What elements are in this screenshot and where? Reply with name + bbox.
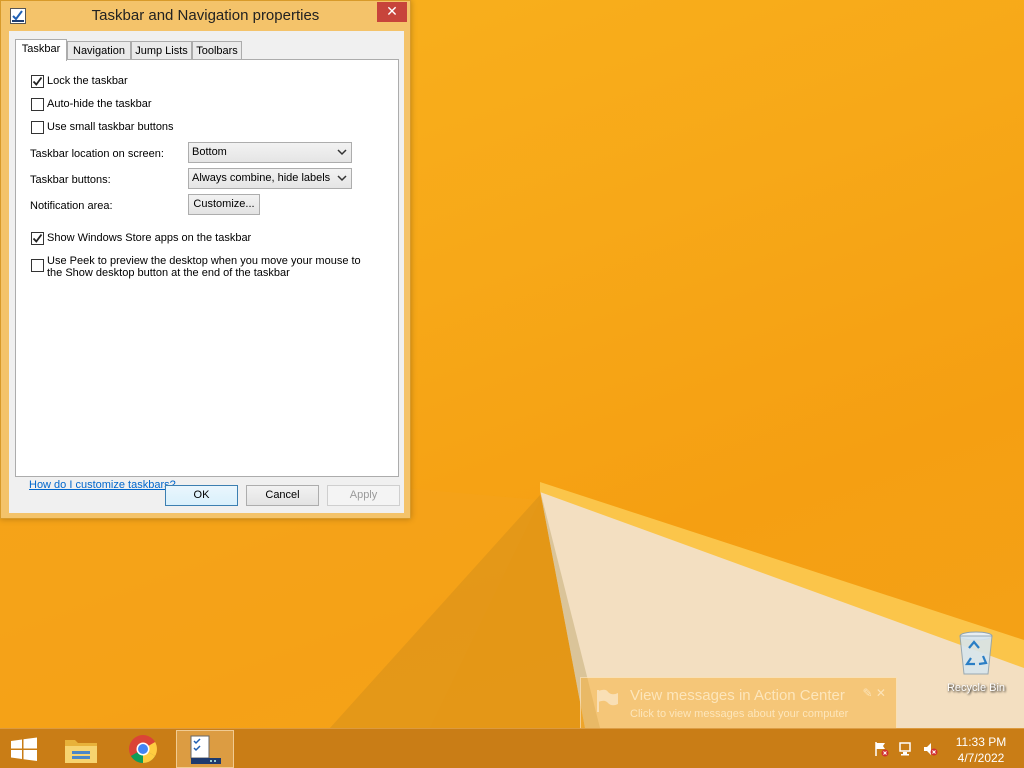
auto-hide-option[interactable]: Auto-hide the taskbar — [31, 98, 152, 111]
help-link[interactable]: How do I customize taskbars? — [29, 479, 176, 491]
dialog-client-area: Taskbar Navigation Jump Lists Toolbars L… — [9, 31, 404, 513]
network-icon[interactable] — [898, 741, 914, 757]
peek-label: Use Peek to preview the desktop when you… — [47, 255, 361, 279]
auto-hide-checkbox[interactable] — [31, 98, 44, 111]
taskbar-buttons-dropdown[interactable]: Always combine, hide labels — [188, 168, 352, 189]
apply-button[interactable]: Apply — [327, 485, 400, 506]
small-buttons-label: Use small taskbar buttons — [47, 121, 174, 133]
auto-hide-label: Auto-hide the taskbar — [47, 98, 152, 110]
tab-taskbar[interactable]: Taskbar — [15, 39, 67, 61]
close-button[interactable]: ✕ — [377, 2, 407, 22]
peek-option[interactable]: Use Peek to preview the desktop when you… — [31, 255, 377, 279]
folder-icon — [65, 740, 97, 763]
location-dropdown[interactable]: Bottom — [188, 142, 352, 163]
lock-taskbar-checkbox[interactable] — [31, 75, 44, 88]
lock-taskbar-label: Lock the taskbar — [47, 75, 128, 87]
customize-button[interactable]: Customize... — [188, 194, 260, 215]
peek-checkbox[interactable] — [31, 259, 44, 272]
store-apps-option[interactable]: Show Windows Store apps on the taskbar — [31, 232, 251, 245]
location-value: Bottom — [192, 146, 227, 158]
action-center-toast[interactable]: View messages in Action Center Click to … — [580, 677, 897, 729]
recycle-bin-shortcut[interactable]: Recycle Bin — [940, 630, 1012, 694]
recycle-bin-icon — [956, 630, 996, 676]
ok-button[interactable]: OK — [165, 485, 238, 506]
properties-icon — [190, 735, 221, 764]
tab-navigation[interactable]: Navigation — [67, 41, 131, 61]
chrome-icon — [129, 735, 157, 763]
small-buttons-option[interactable]: Use small taskbar buttons — [31, 121, 174, 134]
toast-subtitle: Click to view messages about your comput… — [630, 708, 849, 720]
properties-dialog: Taskbar and Navigation properties ✕ Task… — [0, 0, 411, 519]
tab-toolbars[interactable]: Toolbars — [192, 41, 242, 61]
tab-jump-lists[interactable]: Jump Lists — [131, 41, 192, 61]
action-center-flag-icon[interactable] — [873, 741, 889, 757]
taskbar-buttons-label: Taskbar buttons: — [30, 174, 111, 186]
lock-taskbar-option[interactable]: Lock the taskbar — [31, 75, 128, 88]
clock[interactable]: 11:33 PM 4/7/2022 — [948, 734, 1014, 766]
checkmark-icon — [32, 76, 43, 86]
store-apps-checkbox[interactable] — [31, 232, 44, 245]
location-label: Taskbar location on screen: — [30, 148, 164, 160]
title-bar[interactable]: Taskbar and Navigation properties ✕ — [1, 1, 410, 31]
windows-logo-icon — [11, 737, 37, 761]
taskbar-buttons-value: Always combine, hide labels — [192, 172, 331, 184]
recycle-bin-label: Recycle Bin — [946, 682, 1006, 694]
taskbar: 11:33 PM 4/7/2022 — [0, 728, 1024, 768]
clock-date: 4/7/2022 — [957, 751, 1005, 765]
toast-close-icon[interactable]: ✎ ✕ — [863, 686, 886, 700]
cancel-button[interactable]: Cancel — [246, 485, 319, 506]
chrome-button[interactable] — [117, 730, 169, 768]
window-title: Taskbar and Navigation properties — [91, 7, 320, 24]
volume-muted-icon[interactable] — [922, 741, 938, 757]
chevron-down-icon — [337, 149, 347, 156]
clock-time: 11:33 PM — [955, 735, 1007, 749]
toast-title: View messages in Action Center — [630, 687, 845, 704]
flag-icon — [594, 688, 620, 717]
store-apps-label: Show Windows Store apps on the taskbar — [47, 232, 252, 244]
small-buttons-checkbox[interactable] — [31, 121, 44, 134]
file-explorer-button[interactable] — [55, 730, 107, 768]
taskbar-tab-panel: Lock the taskbar Auto-hide the taskbar U… — [15, 59, 399, 491]
start-button[interactable] — [0, 730, 52, 768]
notification-area-label: Notification area: — [30, 200, 113, 212]
checkmark-icon — [32, 233, 43, 243]
taskbar-properties-button[interactable] — [176, 730, 234, 768]
chevron-down-icon — [337, 175, 347, 182]
